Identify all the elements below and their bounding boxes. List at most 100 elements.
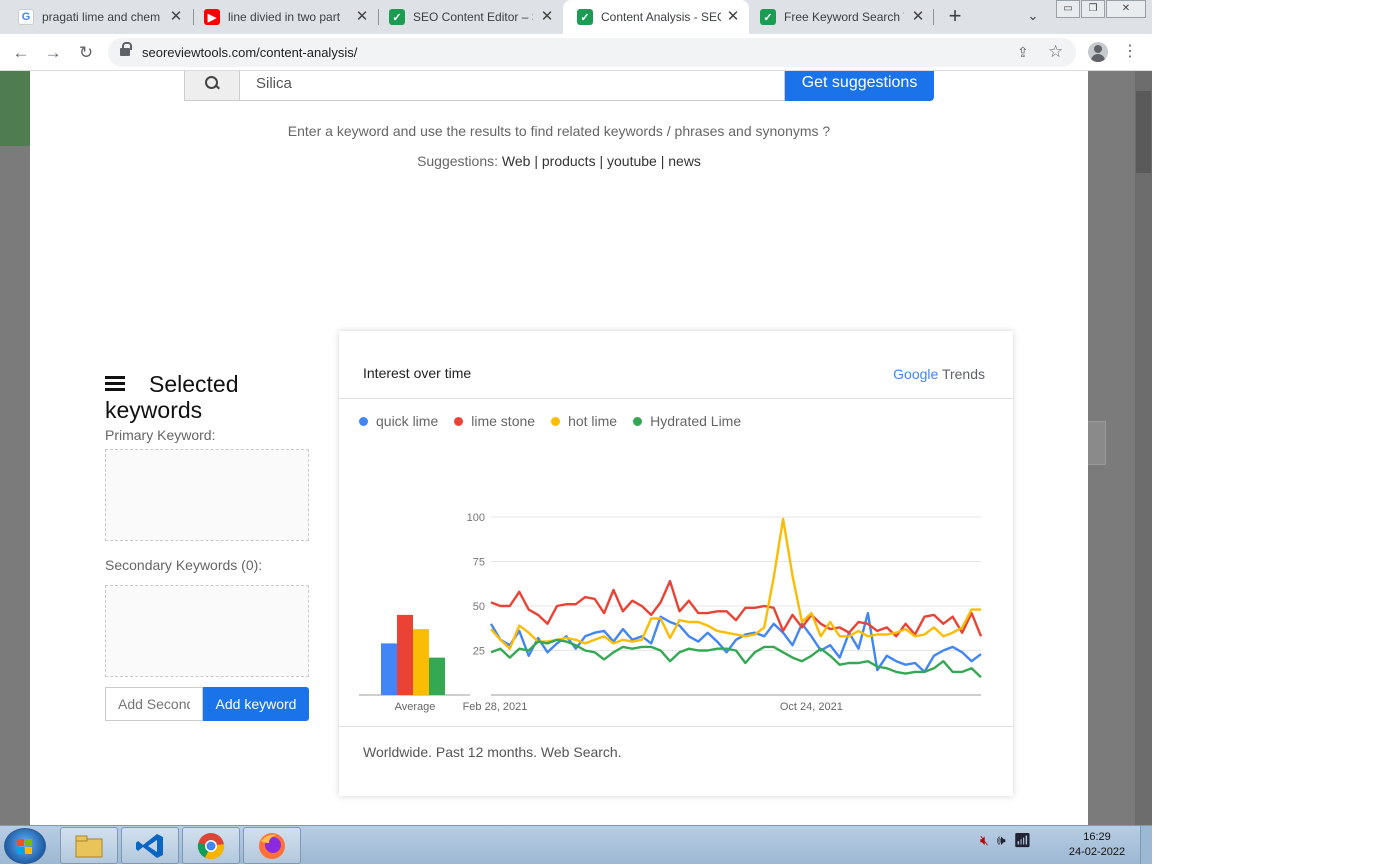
suggestion-link-web[interactable]: Web (502, 153, 531, 169)
page-viewport: Get suggestions Enter a keyword and use … (0, 71, 1135, 825)
close-tab-icon[interactable]: ✕ (168, 9, 184, 25)
minimize-icon[interactable]: ▭ (1056, 0, 1080, 18)
reload-icon[interactable]: ↻ (75, 42, 97, 64)
tab-free-keyword-search[interactable]: ✓ Free Keyword Search V ✕ (746, 0, 934, 34)
keyword-search-bar: Get suggestions (184, 71, 934, 101)
trends-footer-text: Worldwide. Past 12 months. Web Search. (363, 744, 622, 760)
start-button[interactable] (4, 828, 46, 864)
tab-title: SEO Content Editor – S (413, 10, 533, 24)
menu-kebab-icon[interactable]: ⋮ (1122, 41, 1138, 63)
panel-title-line2: keywords (105, 397, 203, 423)
average-bar-quick-lime (381, 643, 397, 695)
average-bar-hydrated-lime (429, 657, 445, 695)
network-signal-icon[interactable]: 📶︎ (1014, 832, 1032, 849)
page-scrollbar[interactable] (1135, 71, 1152, 825)
series-line-hot-lime (490, 517, 981, 650)
panel-title-line1: Selected (149, 371, 239, 397)
series-line-quick-lime (489, 611, 982, 674)
lock-icon[interactable] (120, 42, 132, 58)
background-button (1088, 421, 1106, 465)
chrome-icon (197, 832, 225, 859)
url-text[interactable]: seoreviewtools.com/content-analysis/ (142, 45, 357, 60)
tab-title: Free Keyword Search V (784, 10, 904, 24)
system-tray: 🔇︎ 🕪︎ 📶︎ (980, 832, 1031, 849)
tab-pragati[interactable]: G pragati lime and chem ✕ (4, 0, 192, 34)
tab-youtube[interactable]: ▶ line divied in two part ✕ (190, 0, 378, 34)
folder-icon (75, 835, 103, 857)
add-secondary-keyword-input[interactable] (105, 687, 203, 721)
suggestion-link-news[interactable]: news (668, 153, 701, 169)
y-tick-label: 75 (473, 557, 485, 569)
keyword-search-input[interactable] (240, 71, 785, 101)
file-explorer-taskbar-button[interactable] (60, 827, 118, 864)
suggestion-links: Suggestions: Web | products | youtube | … (30, 153, 1088, 169)
speaker-icon[interactable]: 🕪︎ (997, 832, 1006, 849)
suggestion-link-products[interactable]: products (542, 153, 596, 169)
trends-footer: Worldwide. Past 12 months. Web Search. (339, 726, 1013, 796)
google-favicon-icon: G (18, 9, 34, 25)
tab-separator (933, 9, 934, 25)
average-bar-lime-stone (397, 614, 413, 695)
tab-content-analysis[interactable]: ✓ Content Analysis - SEO ✕ (563, 0, 749, 34)
profile-avatar-icon[interactable] (1088, 42, 1108, 62)
system-clock[interactable]: 16:29 24-02-2022 (1062, 830, 1132, 860)
show-desktop-button[interactable] (1140, 826, 1152, 864)
separator: | (534, 153, 538, 169)
keyword-modal: Get suggestions Enter a keyword and use … (30, 71, 1088, 825)
panel-title: Selected keywords (105, 371, 315, 423)
close-tab-icon[interactable]: ✕ (910, 9, 926, 25)
search-icon (184, 71, 240, 101)
google-trends-widget: Interest over time Google Trends quick l… (339, 331, 1013, 796)
secondary-keywords-label: Secondary Keywords (0): (105, 557, 263, 573)
toolbar: ← → ↻ seoreviewtools.com/content-analysi… (0, 34, 1152, 71)
selected-keywords-panel: Selected keywords Primary Keyword: (105, 371, 315, 541)
clock-time: 16:29 (1083, 831, 1111, 843)
checkmark-favicon-icon: ✓ (577, 9, 593, 25)
clock-date: 24-02-2022 (1068, 846, 1126, 858)
firefox-taskbar-button[interactable] (243, 827, 301, 864)
separator: | (660, 153, 665, 169)
close-tab-icon[interactable]: ✕ (354, 9, 370, 25)
y-tick-label: 100 (467, 512, 485, 524)
primary-keyword-dropzone[interactable] (105, 449, 309, 541)
suggestion-link-youtube[interactable]: youtube (607, 153, 657, 169)
volume-muted-icon[interactable]: 🔇︎ (980, 832, 989, 849)
forward-arrow-icon[interactable]: → (42, 42, 64, 64)
vscode-icon (136, 833, 163, 858)
x-tick-label: Feb 28, 2021 (463, 701, 528, 713)
vscode-taskbar-button[interactable] (121, 827, 179, 864)
close-tab-icon[interactable]: ✕ (539, 9, 555, 25)
address-bar[interactable]: seoreviewtools.com/content-analysis/ ⇪ ☆ (108, 38, 1076, 67)
youtube-favicon-icon: ▶ (204, 9, 220, 25)
new-tab-icon[interactable]: + (944, 5, 966, 27)
hamburger-menu-icon[interactable] (105, 375, 125, 392)
get-suggestions-button[interactable]: Get suggestions (785, 71, 934, 101)
close-window-icon[interactable]: ✕ (1106, 0, 1146, 18)
screen: G pragati lime and chem ✕ ▶ line divied … (0, 0, 1400, 864)
windows-taskbar: 🔇︎ 🕪︎ 📶︎ 16:29 24-02-2022 (0, 825, 1152, 864)
tab-seo-content-editor[interactable]: ✓ SEO Content Editor – S ✕ (375, 0, 563, 34)
y-tick-label: 50 (473, 601, 485, 613)
separator: | (599, 153, 604, 169)
restore-icon[interactable]: ❐ (1081, 0, 1105, 18)
firefox-icon (259, 832, 285, 859)
close-tab-icon[interactable]: ✕ (725, 9, 741, 25)
share-icon[interactable]: ⇪ (1017, 44, 1029, 61)
interest-over-time-chart[interactable]: 25 50 75 100 Feb 28, 2021 Oct 24, 2021 Average (339, 331, 1013, 726)
checkmark-favicon-icon: ✓ (760, 9, 776, 25)
tab-title: pragati lime and chem (42, 10, 161, 24)
desktop-background (1152, 0, 1400, 864)
average-bar-hot-lime (413, 629, 429, 695)
secondary-keywords-dropzone[interactable] (105, 585, 309, 677)
bookmark-star-icon[interactable]: ☆ (1048, 42, 1063, 62)
chevron-down-icon[interactable]: ⌄ (1024, 8, 1042, 26)
back-arrow-icon[interactable]: ← (10, 42, 32, 64)
tab-title: Content Analysis - SEO (601, 10, 721, 24)
chrome-taskbar-button[interactable] (182, 827, 240, 864)
y-tick-label: 25 (473, 646, 485, 658)
suggestions-label: Suggestions: (417, 153, 499, 169)
x-tick-label: Oct 24, 2021 (780, 701, 843, 713)
series-line-lime-stone (490, 579, 983, 638)
scrollbar-thumb[interactable] (1136, 91, 1151, 173)
add-keyword-button[interactable]: Add keyword (203, 687, 309, 721)
